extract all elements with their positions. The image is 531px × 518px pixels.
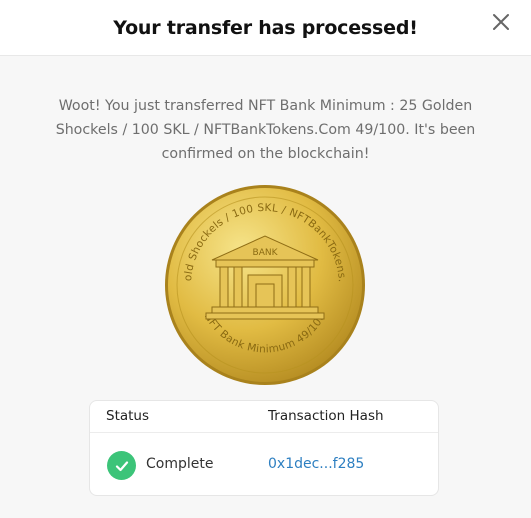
transaction-hash-link[interactable]: 0x1dec...f285 [268,456,364,472]
check-circle-icon [107,451,136,480]
status-header: Status [106,408,150,424]
modal-title: Your transfer has processed! [113,16,418,39]
bank-label: BANK [253,248,279,258]
close-button[interactable] [489,10,513,34]
close-icon [493,14,509,30]
transaction-card: Status Transaction Hash Complete 0x1dec.… [89,400,439,496]
modal-header: Your transfer has processed! [0,0,531,56]
status-value: Complete [146,456,214,472]
nft-coin-image: 25 Gold Shockels / 100 SKL / NFTBankToke… [164,184,365,385]
confirmation-message: Woot! You just transferred NFT Bank Mini… [55,98,476,162]
transaction-row: Complete 0x1dec...f285 [90,433,438,496]
transaction-table-header: Status Transaction Hash [90,401,438,433]
hash-header: Transaction Hash [268,408,384,424]
